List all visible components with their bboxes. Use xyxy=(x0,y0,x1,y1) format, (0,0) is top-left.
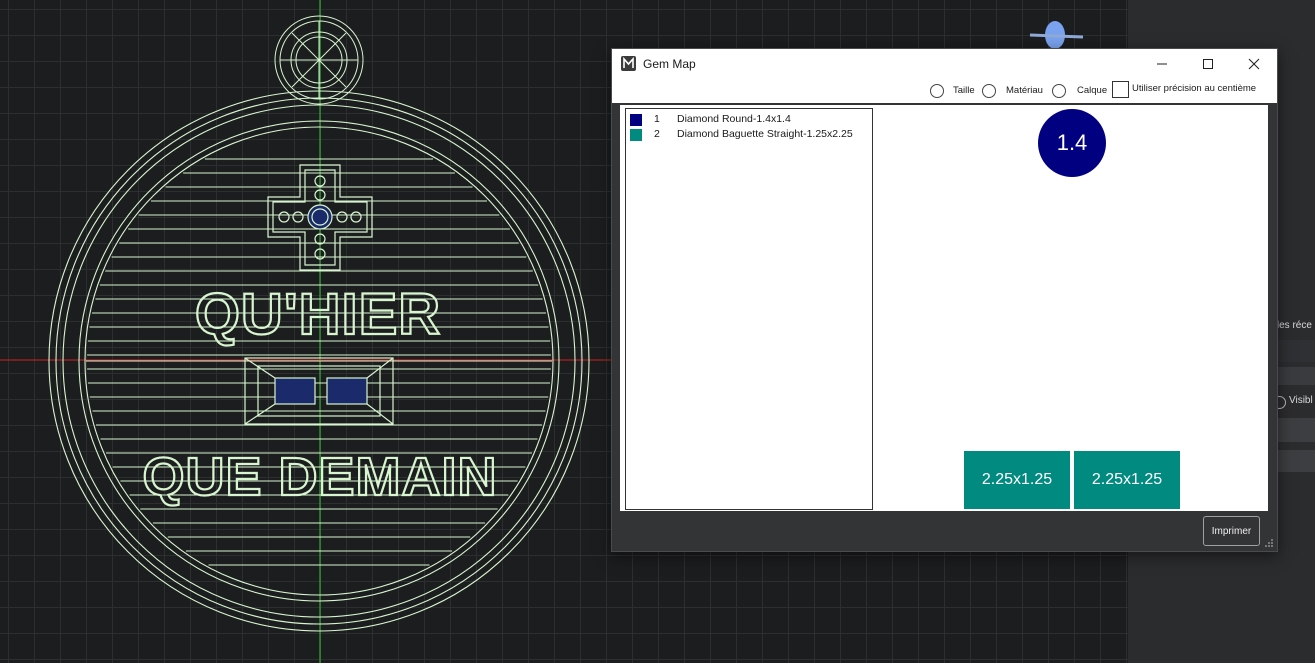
gem-map-window[interactable]: Gem Map Taille Matériau Calque Utiliser … xyxy=(611,48,1278,552)
ring-preview-icon xyxy=(1029,21,1084,49)
app-logo-icon xyxy=(621,56,636,71)
close-icon xyxy=(1248,58,1260,70)
engraved-text-line-1: QU'HIER xyxy=(195,282,441,347)
baguette-setting xyxy=(244,357,394,425)
baguette-gem-marker[interactable]: 2.25x1.25 xyxy=(1074,451,1180,509)
list-item[interactable]: 1 Diamond Round-1.4x1.4 xyxy=(630,113,870,127)
baguette-gem-marker[interactable]: 2.25x1.25 xyxy=(964,451,1070,509)
gem-name: Diamond Round-1.4x1.4 xyxy=(677,113,791,125)
precision-checkbox[interactable] xyxy=(1112,81,1129,98)
minimize-button[interactable] xyxy=(1139,49,1185,79)
maximize-icon xyxy=(1203,59,1213,69)
size-label: Taille xyxy=(953,85,975,96)
title-bar[interactable]: Gem Map xyxy=(612,49,1277,79)
gem-number: 2 xyxy=(654,128,660,140)
minimize-icon xyxy=(1157,63,1167,65)
gem-name: Diamond Baguette Straight-1.25x2.25 xyxy=(677,128,853,140)
gem-list[interactable]: 1 Diamond Round-1.4x1.4 2 Diamond Baguet… xyxy=(625,108,873,510)
print-button[interactable]: Imprimer xyxy=(1203,516,1260,546)
gem-color-swatch xyxy=(630,114,642,126)
gem-map-content: 1 Diamond Round-1.4x1.4 2 Diamond Baguet… xyxy=(620,105,1268,511)
material-radio[interactable] xyxy=(982,84,996,98)
list-item[interactable]: 2 Diamond Baguette Straight-1.25x2.25 xyxy=(630,128,870,142)
layer-label: Calque xyxy=(1077,85,1108,96)
close-button[interactable] xyxy=(1231,49,1277,79)
maximize-button[interactable] xyxy=(1185,49,1231,79)
engraved-text-line-2: QUE DEMAIN xyxy=(142,447,497,507)
gem-number: 1 xyxy=(654,113,660,125)
pendant-body xyxy=(48,90,590,632)
options-bar: Taille Matériau Calque Utiliser précisio… xyxy=(612,79,1277,103)
size-radio[interactable] xyxy=(930,84,944,98)
gem-map-canvas: 1.4 2.25x1.25 2.25x1.25 xyxy=(875,105,1268,511)
precision-label: Utiliser précision au centième xyxy=(1132,83,1257,94)
window-title: Gem Map xyxy=(643,57,696,71)
round-gem-marker[interactable]: 1.4 xyxy=(1038,109,1106,177)
layer-radio[interactable] xyxy=(1052,84,1066,98)
visible-label: Visibl xyxy=(1289,395,1313,406)
gem-color-swatch xyxy=(630,129,642,141)
resize-grip-icon[interactable] xyxy=(1264,538,1274,548)
material-label: Matériau xyxy=(1006,85,1043,96)
